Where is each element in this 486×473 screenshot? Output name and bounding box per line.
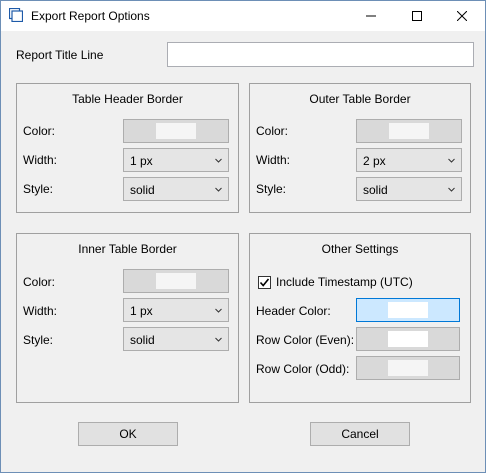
header-border-style-combo[interactable]: solid xyxy=(123,177,229,201)
window-title: Export Report Options xyxy=(31,9,150,23)
group-title: Other Settings xyxy=(321,242,399,256)
color-swatch xyxy=(156,273,196,289)
inner-border-color-button[interactable] xyxy=(123,269,229,293)
outer-border-style-combo[interactable]: solid xyxy=(356,177,462,201)
style-label: Style: xyxy=(256,182,287,196)
minimize-icon xyxy=(366,15,376,17)
chevron-down-icon xyxy=(215,158,222,163)
outer-border-color-button[interactable] xyxy=(356,119,462,143)
cancel-button[interactable]: Cancel xyxy=(310,422,410,446)
row-color-odd-label: Row Color (Odd): xyxy=(256,362,350,376)
close-icon xyxy=(457,11,467,21)
checkmark-icon xyxy=(259,278,270,287)
combo-value: 2 px xyxy=(363,154,386,168)
ok-button[interactable]: OK xyxy=(78,422,178,446)
group-title: Table Header Border xyxy=(72,92,183,106)
color-swatch xyxy=(388,302,428,318)
combo-value: solid xyxy=(130,333,155,347)
header-color-button[interactable] xyxy=(356,298,460,322)
include-timestamp-label: Include Timestamp (UTC) xyxy=(276,275,413,289)
maximize-icon xyxy=(412,11,422,21)
row-color-odd-button[interactable] xyxy=(356,356,460,380)
color-swatch xyxy=(156,123,196,139)
inner-border-style-combo[interactable]: solid xyxy=(123,327,229,351)
inner-border-width-combo[interactable]: 1 px xyxy=(123,298,229,322)
chevron-down-icon xyxy=(448,187,455,192)
combo-value: solid xyxy=(130,183,155,197)
style-label: Style: xyxy=(23,333,54,347)
report-title-input[interactable] xyxy=(167,42,474,67)
dialog-body: Report Title Line Table Header Border Co… xyxy=(1,31,485,472)
group-title: Inner Table Border xyxy=(78,242,177,256)
width-label: Width: xyxy=(23,304,58,318)
app-icon xyxy=(9,8,23,22)
color-swatch xyxy=(388,360,428,376)
chevron-down-icon xyxy=(448,158,455,163)
color-swatch xyxy=(388,331,428,347)
title-bar[interactable]: Export Report Options xyxy=(1,1,485,31)
maximize-button[interactable] xyxy=(394,1,440,31)
table-header-border-group: Table Header Border Color: Width: 1 px S… xyxy=(16,83,239,213)
color-label: Color: xyxy=(23,275,56,289)
chevron-down-icon xyxy=(215,187,222,192)
color-label: Color: xyxy=(23,124,56,138)
export-report-options-window: Export Report Options Report Title Line … xyxy=(0,0,486,473)
style-label: Style: xyxy=(23,182,54,196)
minimize-button[interactable] xyxy=(348,1,394,31)
row-color-even-label: Row Color (Even): xyxy=(256,333,355,347)
close-button[interactable] xyxy=(439,1,485,31)
combo-value: solid xyxy=(363,183,388,197)
include-timestamp-checkbox[interactable] xyxy=(258,276,271,289)
chevron-down-icon xyxy=(215,337,222,342)
header-border-width-combo[interactable]: 1 px xyxy=(123,148,229,172)
width-label: Width: xyxy=(256,153,291,167)
group-title: Outer Table Border xyxy=(309,92,411,106)
combo-value: 1 px xyxy=(130,154,153,168)
other-settings-group: Other Settings Include Timestamp (UTC) H… xyxy=(249,233,471,403)
header-border-color-button[interactable] xyxy=(123,119,229,143)
outer-border-width-combo[interactable]: 2 px xyxy=(356,148,462,172)
width-label: Width: xyxy=(23,153,58,167)
color-swatch xyxy=(389,123,429,139)
chevron-down-icon xyxy=(215,308,222,313)
inner-table-border-group: Inner Table Border Color: Width: 1 px St… xyxy=(16,233,239,403)
header-color-label: Header Color: xyxy=(256,304,331,318)
outer-table-border-group: Outer Table Border Color: Width: 2 px St… xyxy=(249,83,471,213)
report-title-label: Report Title Line xyxy=(16,48,104,62)
combo-value: 1 px xyxy=(130,304,153,318)
color-label: Color: xyxy=(256,124,289,138)
row-color-even-button[interactable] xyxy=(356,327,460,351)
